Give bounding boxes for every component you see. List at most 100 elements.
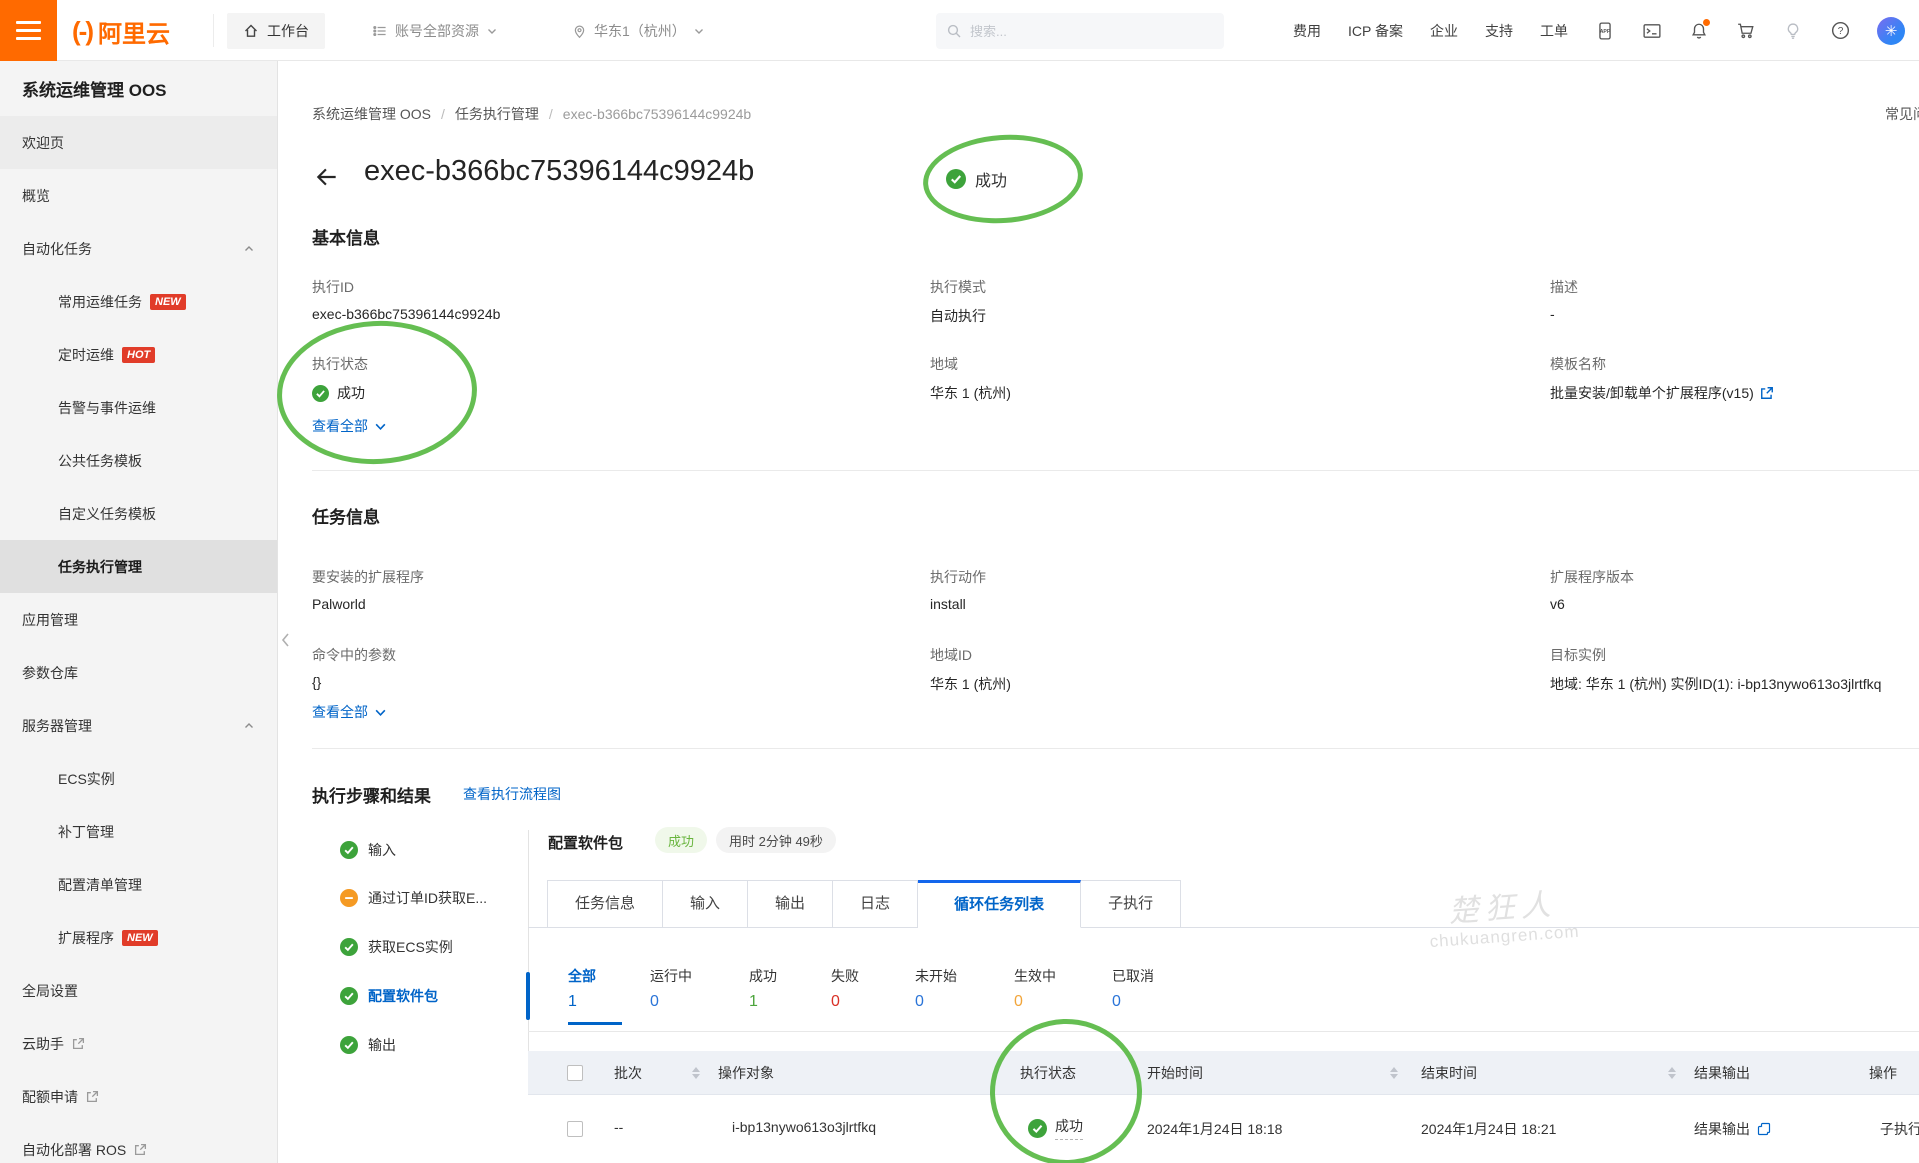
- filter-failed[interactable]: 失败 0: [831, 966, 859, 1011]
- select-all-checkbox[interactable]: [567, 1065, 583, 1081]
- tab-input[interactable]: 输入: [663, 880, 749, 928]
- exec-status-text: 成功: [337, 385, 365, 401]
- row-action-sub-execution[interactable]: 子执行: [1880, 1119, 1919, 1139]
- field-region: 地域 华东 1 (杭州): [930, 356, 1011, 401]
- region-selector[interactable]: 华东1（杭州）: [572, 13, 705, 49]
- lightbulb-icon[interactable]: [1783, 21, 1803, 41]
- filter-all[interactable]: 全部 1: [568, 966, 596, 1011]
- page-title: exec-b366bc75396144c9924b: [364, 155, 755, 187]
- nav-link-billing[interactable]: 费用: [1293, 21, 1321, 41]
- chevron-up-icon: [243, 720, 255, 732]
- sidebar-item-scheduled-ops[interactable]: 定时运维 HOT: [0, 328, 277, 381]
- page-status-text: 成功: [975, 173, 1008, 190]
- chevron-down-icon: [374, 706, 387, 719]
- home-icon: [243, 23, 259, 39]
- page-status-badge: 成功: [946, 167, 1007, 191]
- sidebar-item-common-ops-tasks[interactable]: 常用运维任务 NEW: [0, 275, 277, 328]
- view-all-link[interactable]: 查看全部: [312, 702, 387, 722]
- notifications-bell-icon[interactable]: [1689, 18, 1710, 41]
- tab-logs[interactable]: 日志: [833, 880, 919, 928]
- sidebar-item-global-settings[interactable]: 全局设置: [0, 964, 277, 1017]
- step-configure-package[interactable]: 配置软件包: [340, 986, 438, 1006]
- field-target-instances: 目标实例 地域: 华东 1 (杭州) 实例ID(1): i-bp13nywo61…: [1550, 647, 1882, 692]
- nav-link-enterprise[interactable]: 企业: [1430, 21, 1458, 41]
- nav-link-tickets[interactable]: 工单: [1540, 21, 1568, 41]
- svg-text:?: ?: [1837, 26, 1843, 37]
- field-description: 描述 -: [1550, 279, 1578, 322]
- svg-text:APP: APP: [1600, 28, 1611, 34]
- sort-start-time[interactable]: [1389, 1051, 1399, 1095]
- column-batch: 批次: [614, 1065, 642, 1081]
- nav-link-support[interactable]: 支持: [1485, 21, 1513, 41]
- hamburger-menu-button[interactable]: [0, 0, 57, 61]
- terminal-icon[interactable]: [1642, 21, 1662, 41]
- row-batch: --: [614, 1119, 624, 1135]
- aliyun-logo-text: 阿里云: [97, 21, 170, 48]
- sort-batch[interactable]: [691, 1051, 701, 1095]
- back-arrow-button[interactable]: [314, 164, 340, 190]
- breadcrumb-item-executions[interactable]: 任务执行管理: [455, 104, 539, 124]
- partial-minus-icon: [340, 889, 358, 907]
- success-check-icon: [1028, 1118, 1047, 1138]
- user-avatar[interactable]: ✳: [1877, 16, 1905, 45]
- column-start-time: 开始时间: [1147, 1065, 1203, 1081]
- filter-success[interactable]: 成功 1: [749, 966, 777, 1011]
- step-get-order[interactable]: 通过订单ID获取E...: [340, 888, 487, 908]
- help-icon[interactable]: ?: [1830, 21, 1850, 41]
- nav-link-icp[interactable]: ICP 备案: [1348, 21, 1403, 41]
- cart-icon[interactable]: [1736, 21, 1756, 41]
- search-input[interactable]: [970, 23, 1200, 39]
- sidebar-item-extensions[interactable]: 扩展程序 NEW: [0, 911, 277, 964]
- breadcrumb-item-oos[interactable]: 系统运维管理 OOS: [312, 104, 431, 124]
- sidebar-item-cloud-assistant[interactable]: 云助手: [0, 1017, 277, 1070]
- filter-not-started[interactable]: 未开始 0: [915, 966, 957, 1011]
- row-checkbox[interactable]: [567, 1121, 583, 1137]
- account-resources-selector[interactable]: 账号全部资源: [372, 13, 498, 49]
- view-all-link[interactable]: 查看全部: [312, 416, 387, 436]
- row-output-link[interactable]: 结果输出: [1694, 1119, 1771, 1139]
- external-link-icon: [134, 1143, 147, 1156]
- location-pin-icon: [572, 24, 587, 39]
- sort-end-time[interactable]: [1667, 1051, 1677, 1095]
- template-link[interactable]: 批量安装/卸载单个扩展程序(v15): [1550, 383, 1774, 403]
- sidebar-item-inventory-management[interactable]: 配置清单管理: [0, 858, 277, 911]
- sidebar-item-parameter-store[interactable]: 参数仓库: [0, 646, 277, 699]
- tab-task-info[interactable]: 任务信息: [547, 880, 664, 928]
- breadcrumb: 系统运维管理 OOS / 任务执行管理 / exec-b366bc7539614…: [312, 104, 752, 124]
- sidebar-item-alert-event-ops[interactable]: 告警与事件运维: [0, 381, 277, 434]
- step-get-ecs[interactable]: 获取ECS实例: [340, 937, 453, 957]
- sidebar-item-automated-tasks[interactable]: 自动化任务: [0, 222, 277, 275]
- field-params: 命令中的参数 {} 查看全部: [312, 647, 396, 722]
- sidebar-item-welcome[interactable]: 欢迎页: [0, 116, 277, 169]
- step-status-pill: 成功: [655, 827, 708, 853]
- row-instance-link[interactable]: i-bp13nywo613o3jlrtfkq: [732, 1119, 876, 1135]
- filter-cancelled[interactable]: 已取消 0: [1112, 966, 1154, 1011]
- app-download-icon[interactable]: APP: [1595, 21, 1615, 41]
- search-icon: [946, 23, 962, 39]
- app-root: (-) 阿里云 工作台 账号全部资源 华东1（杭州） 搜索... 费用 ICP …: [0, 0, 1919, 1163]
- sidebar-product-title: 系统运维管理 OOS: [22, 81, 167, 100]
- sidebar-item-custom-templates[interactable]: 自定义任务模板: [0, 487, 277, 540]
- faq-link[interactable]: 常见问题: [1885, 104, 1919, 124]
- aliyun-logo[interactable]: (-) 阿里云: [72, 14, 170, 49]
- filter-in-effect[interactable]: 生效中 0: [1014, 966, 1056, 1011]
- sidebar-item-task-executions[interactable]: 任务执行管理: [0, 540, 277, 593]
- tab-sub-executions[interactable]: 子执行: [1081, 880, 1182, 928]
- sidebar-item-ecs-instances[interactable]: ECS实例: [0, 752, 277, 805]
- sidebar-item-ros-deploy[interactable]: 自动化部署 ROS: [0, 1123, 277, 1163]
- sidebar-item-patch-management[interactable]: 补丁管理: [0, 805, 277, 858]
- sidebar-item-overview[interactable]: 概览: [0, 169, 277, 222]
- view-flow-chart-link[interactable]: 查看执行流程图: [463, 784, 561, 804]
- tab-loop-task-list[interactable]: 循环任务列表: [918, 880, 1082, 928]
- sidebar-item-public-templates[interactable]: 公共任务模板: [0, 434, 277, 487]
- filter-running[interactable]: 运行中 0: [650, 966, 692, 1011]
- workbench-button[interactable]: 工作台: [227, 13, 325, 49]
- step-input[interactable]: 输入: [340, 840, 396, 860]
- tab-output[interactable]: 输出: [748, 880, 834, 928]
- sidebar-collapse-handle[interactable]: [278, 618, 292, 662]
- sidebar-item-quota-request[interactable]: 配额申请: [0, 1070, 277, 1123]
- step-output[interactable]: 输出: [340, 1035, 396, 1055]
- sidebar-item-app-management[interactable]: 应用管理: [0, 593, 277, 646]
- new-badge: NEW: [122, 929, 158, 946]
- sidebar-item-server-management[interactable]: 服务器管理: [0, 699, 277, 752]
